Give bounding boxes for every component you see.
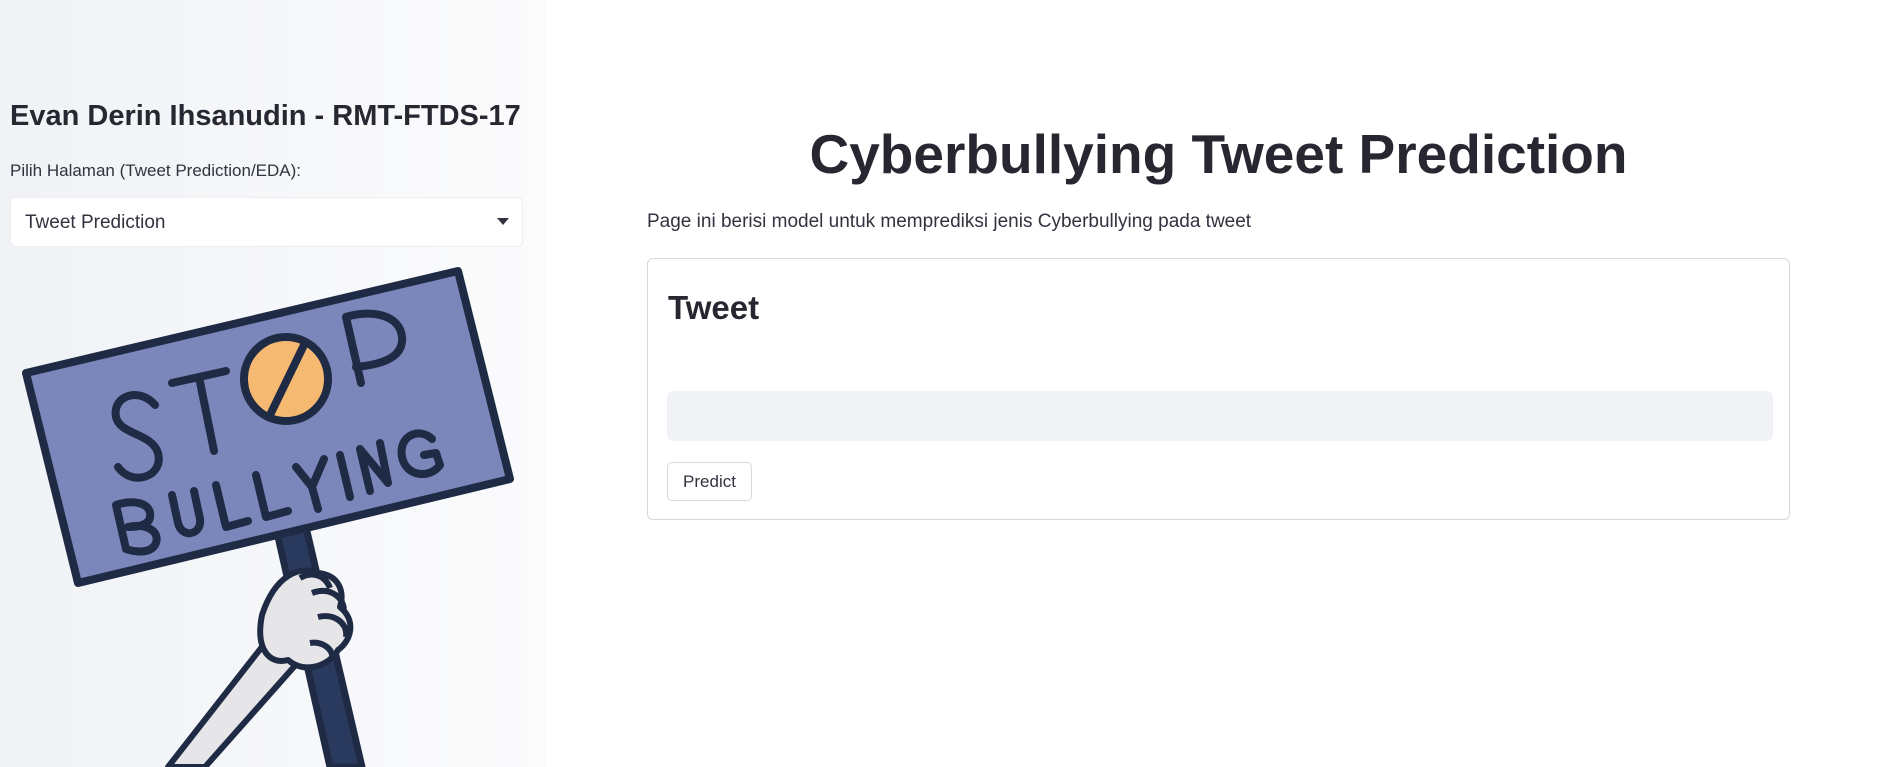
tweet-form-heading: Tweet — [668, 289, 760, 326]
stop-circle-icon — [240, 333, 332, 425]
sign-board — [22, 267, 514, 587]
sidebar: Evan Derin Ihsanudin - RMT-FTDS-17 Pilih… — [0, 0, 547, 767]
page-description: Page ini berisi model untuk memprediksi … — [647, 211, 1252, 232]
page-select-label: Pilih Halaman (Tweet Prediction/EDA): — [10, 161, 302, 180]
sidebar-author-title: Evan Derin Ihsanudin - RMT-FTDS-17 — [10, 100, 521, 132]
predict-button[interactable]: Predict — [667, 462, 752, 501]
stop-bullying-illustration — [22, 267, 514, 767]
page-select[interactable]: Tweet Prediction — [10, 197, 523, 247]
fist — [257, 567, 354, 671]
page-title: Cyberbullying Tweet Prediction — [809, 123, 1628, 185]
tweet-input[interactable] — [667, 391, 1773, 441]
app-root: Evan Derin Ihsanudin - RMT-FTDS-17 Pilih… — [0, 0, 1885, 767]
main-content: Cyberbullying Tweet Prediction Page ini … — [547, 0, 1885, 767]
page-select-value: Tweet Prediction — [25, 212, 166, 233]
tweet-form: Tweet Predict — [647, 258, 1790, 520]
chevron-down-icon[interactable] — [497, 218, 509, 225]
